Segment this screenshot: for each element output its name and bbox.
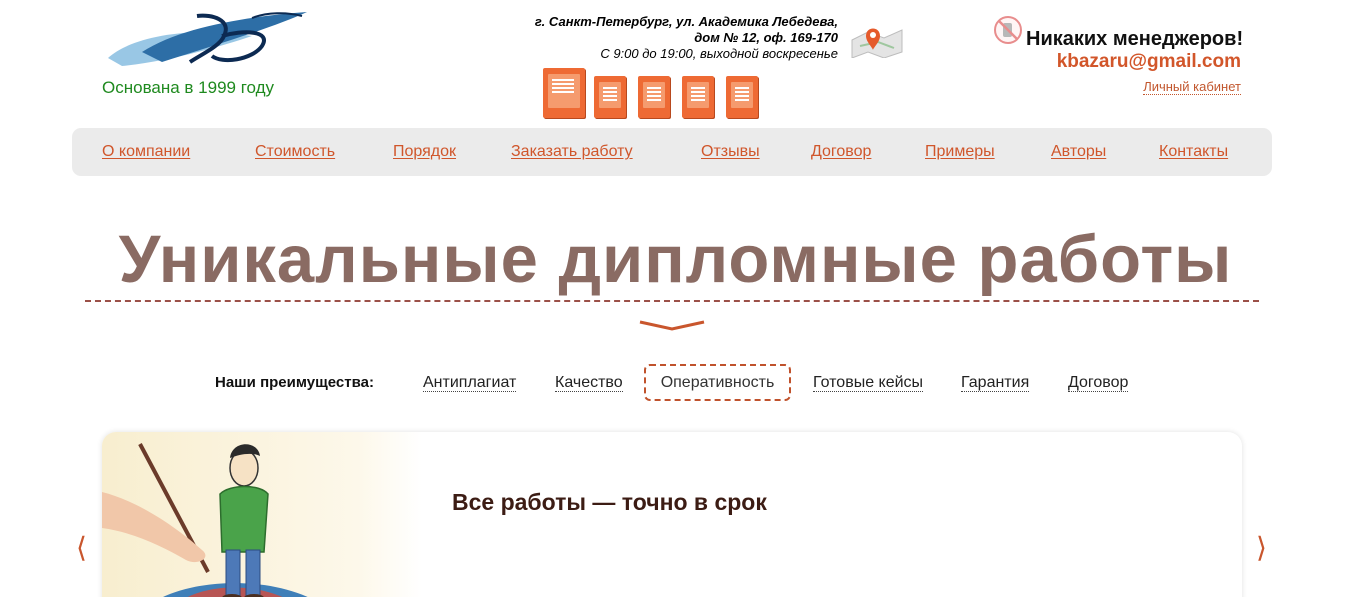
nav-item-about[interactable]: О компании — [102, 143, 190, 161]
document-icon[interactable] — [682, 76, 714, 118]
nav-item-reviews[interactable]: Отзывы — [701, 143, 760, 161]
nav-item-examples[interactable]: Примеры — [925, 143, 995, 161]
page-title: Уникальные дипломные работы — [118, 222, 1233, 297]
document-icon[interactable] — [726, 76, 758, 118]
main-nav: О компании Стоимость Порядок Заказать ра… — [72, 128, 1272, 176]
address-line-1: г. Санкт-Петербург, ул. Академика Лебеде… — [534, 14, 838, 29]
slider-next-button[interactable]: ⟩ — [1256, 532, 1267, 564]
nav-item-authors[interactable]: Авторы — [1051, 143, 1106, 161]
founded-text: Основана в 1999 году — [102, 78, 275, 97]
map-pin-icon[interactable] — [848, 16, 906, 58]
slider-prev-button[interactable]: ⟨ — [76, 532, 87, 564]
no-phone-icon — [994, 16, 1022, 44]
working-hours: С 9:00 до 19:00, выходной воскресенье — [600, 46, 838, 61]
address: г. Санкт-Петербург, ул. Академика Лебеде… — [470, 14, 838, 46]
address-line-2: дом № 12, оф. 169-170 — [694, 30, 838, 45]
tab-quality[interactable]: Качество — [555, 374, 623, 392]
document-icon[interactable] — [594, 76, 626, 118]
title-divider — [85, 300, 1259, 302]
company-logo[interactable] — [102, 6, 316, 72]
personal-account-link[interactable]: Личный кабинет — [1143, 80, 1241, 95]
tab-speed-label: Оперативность — [660, 374, 775, 391]
document-icon[interactable] — [638, 76, 670, 118]
nav-item-contacts[interactable]: Контакты — [1159, 143, 1228, 161]
advantage-slide: Все работы — точно в срок — [102, 432, 1242, 597]
tab-antiplagiat[interactable]: Антиплагиат — [423, 374, 517, 392]
tab-guarantee[interactable]: Гарантия — [961, 374, 1030, 392]
tab-speed[interactable]: Оперативность — [644, 364, 791, 401]
slide-heading: Все работы — точно в срок — [452, 489, 767, 515]
nav-item-price[interactable]: Стоимость — [255, 143, 335, 161]
no-managers-text: Никаких менеджеров! — [1026, 28, 1244, 50]
chevron-down-icon — [639, 320, 705, 331]
nav-item-order[interactable]: Заказать работу — [511, 143, 633, 161]
illustration-image — [102, 432, 422, 597]
advantages-label: Наши преимущества: — [215, 374, 374, 391]
nav-item-process[interactable]: Порядок — [393, 143, 456, 161]
tab-contract[interactable]: Договор — [1068, 374, 1129, 392]
document-icon[interactable] — [543, 68, 585, 118]
tab-ready-cases[interactable]: Готовые кейсы — [813, 374, 924, 392]
email-link[interactable]: kbazaru@gmail.com — [1057, 51, 1241, 73]
nav-item-contract[interactable]: Договор — [811, 143, 871, 161]
